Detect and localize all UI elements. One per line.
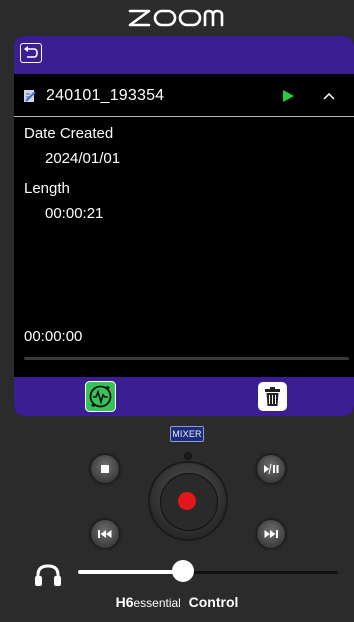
back-button[interactable] [20,43,42,63]
convert-icon[interactable] [85,381,116,412]
delete-button[interactable] [258,382,287,411]
brand-suffix: Control [188,594,239,610]
brand-model: H6 [115,594,134,610]
brand-model-variant: essential [133,596,181,610]
recording-detail-panel: 240101_193354 Date Created 2024/01/01 Le… [14,36,354,416]
back-icon [24,46,38,58]
playback-position: 00:00:00 [24,328,83,345]
top-bar [0,0,354,36]
next-button[interactable] [256,519,286,549]
record-icon [178,492,196,510]
previous-icon [98,530,112,538]
play-pause-icon [264,463,279,475]
length-value: 00:00:21 [45,205,104,222]
chevron-up-icon[interactable] [322,89,336,103]
app-brand: H6essential Control [0,594,354,610]
file-icon [24,90,36,102]
trash-icon [265,387,280,406]
stop-button[interactable] [90,454,120,484]
panel-footer [14,377,354,416]
volume-slider-thumb[interactable] [172,560,194,582]
date-created-value: 2024/01/01 [45,150,121,167]
play-pause-button[interactable] [256,454,286,484]
level-indicator [184,452,192,460]
previous-button[interactable] [90,519,120,549]
mixer-button[interactable]: MIXER [170,426,204,442]
date-created-label: Date Created [24,125,114,142]
play-icon[interactable] [281,89,295,103]
next-icon [264,530,278,538]
length-label: Length [24,180,70,197]
stop-icon [101,465,109,473]
playback-progress-bar[interactable] [24,357,349,360]
file-name: 240101_193354 [46,87,165,104]
volume-fill [78,570,182,574]
file-row: 240101_193354 [14,76,354,117]
zoom-logo [128,9,224,27]
headphones-icon [35,564,61,586]
panel-header [14,36,354,74]
